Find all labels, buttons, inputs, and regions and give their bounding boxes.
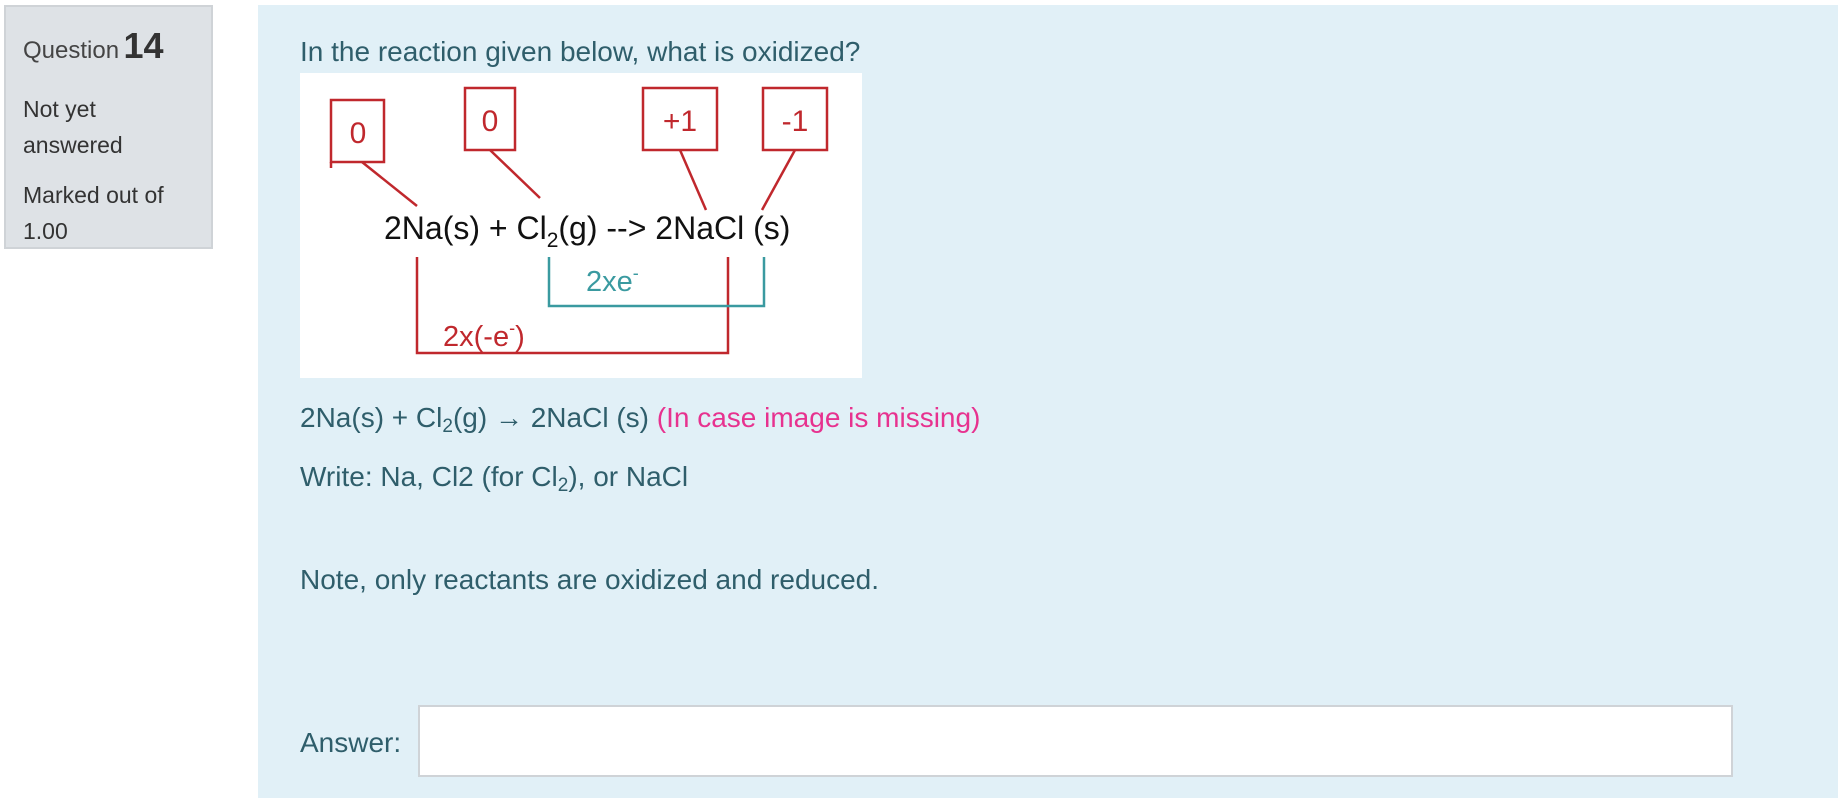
electron-gain-sup: -: [633, 263, 639, 283]
question-grade: Marked out of 1.00: [23, 177, 211, 249]
leader-line-na-plus: [678, 149, 708, 211]
electron-gain-label: 2xe-: [586, 263, 639, 298]
ox-state-cl2: 0: [482, 105, 499, 138]
marks-line-1: Marked out of: [23, 182, 164, 208]
ox-state-na: 0: [350, 117, 367, 150]
write-subscript: 2: [557, 475, 569, 496]
answer-label: Answer:: [300, 727, 402, 758]
ox-state-na-plus: +1: [663, 105, 697, 138]
electron-loss-close: ): [515, 321, 525, 353]
answer-instructions: Write: Na, Cl2 (for Cl2), or NaCl: [300, 461, 689, 496]
status-line-2: answered: [23, 132, 123, 158]
equation-subscript: 2: [442, 416, 453, 437]
question-status: Not yet answered: [23, 91, 211, 163]
reaction-diagram-svg: 0 0 +1 -1 2Na(s) + Cl2(g) --> 2NaCl (s) …: [329, 86, 829, 355]
question-content-panel: In the reaction given below, what is oxi…: [258, 5, 1838, 798]
diagram-equation: 2Na(s) + Cl2(g) --> 2NaCl (s): [384, 210, 790, 252]
missing-image-note: (In case image is missing): [656, 402, 981, 433]
electron-loss-text: 2x(-e: [443, 321, 509, 353]
marks-line-2: 1.00: [23, 218, 68, 244]
question-prompt: In the reaction given below, what is oxi…: [300, 36, 861, 67]
question-number-heading: Question 14: [23, 23, 211, 71]
leader-line-na: [361, 161, 418, 207]
write-part2: ), or NaCl: [568, 461, 689, 492]
leader-line-cl-minus: [760, 149, 797, 211]
reactants-note: Note, only reactants are oxidized and re…: [300, 564, 880, 595]
write-part1: Write: Na, Cl2 (for Cl: [300, 461, 558, 492]
electron-gain-text: 2xe: [586, 266, 633, 298]
electron-loss-label: 2x(-e-): [443, 318, 525, 353]
ox-state-cl-minus: -1: [782, 105, 809, 138]
reaction-diagram: 0 0 +1 -1 2Na(s) + Cl2(g) --> 2NaCl (s) …: [300, 73, 862, 378]
equation-part2: (g) → 2NaCl (s): [452, 402, 649, 433]
diagram-equation-sub: 2: [547, 229, 559, 252]
equation-line: 2Na(s) + Cl2(g) → 2NaCl (s) (In case ima…: [300, 402, 981, 437]
diagram-equation-part2: (g) --> 2NaCl (s): [558, 210, 790, 246]
status-line-1: Not yet: [23, 96, 96, 122]
question-info-box: Question 14 Not yet answered Marked out …: [4, 5, 213, 249]
diagram-equation-part1: 2Na(s) + Cl: [384, 210, 547, 246]
question-label: Question: [23, 37, 120, 64]
electron-gain-bracket: [547, 257, 766, 308]
answer-input[interactable]: [418, 705, 1733, 777]
equation-part1: 2Na(s) + Cl: [300, 402, 443, 433]
question-number: 14: [123, 25, 164, 66]
leader-line-cl2: [489, 149, 541, 199]
